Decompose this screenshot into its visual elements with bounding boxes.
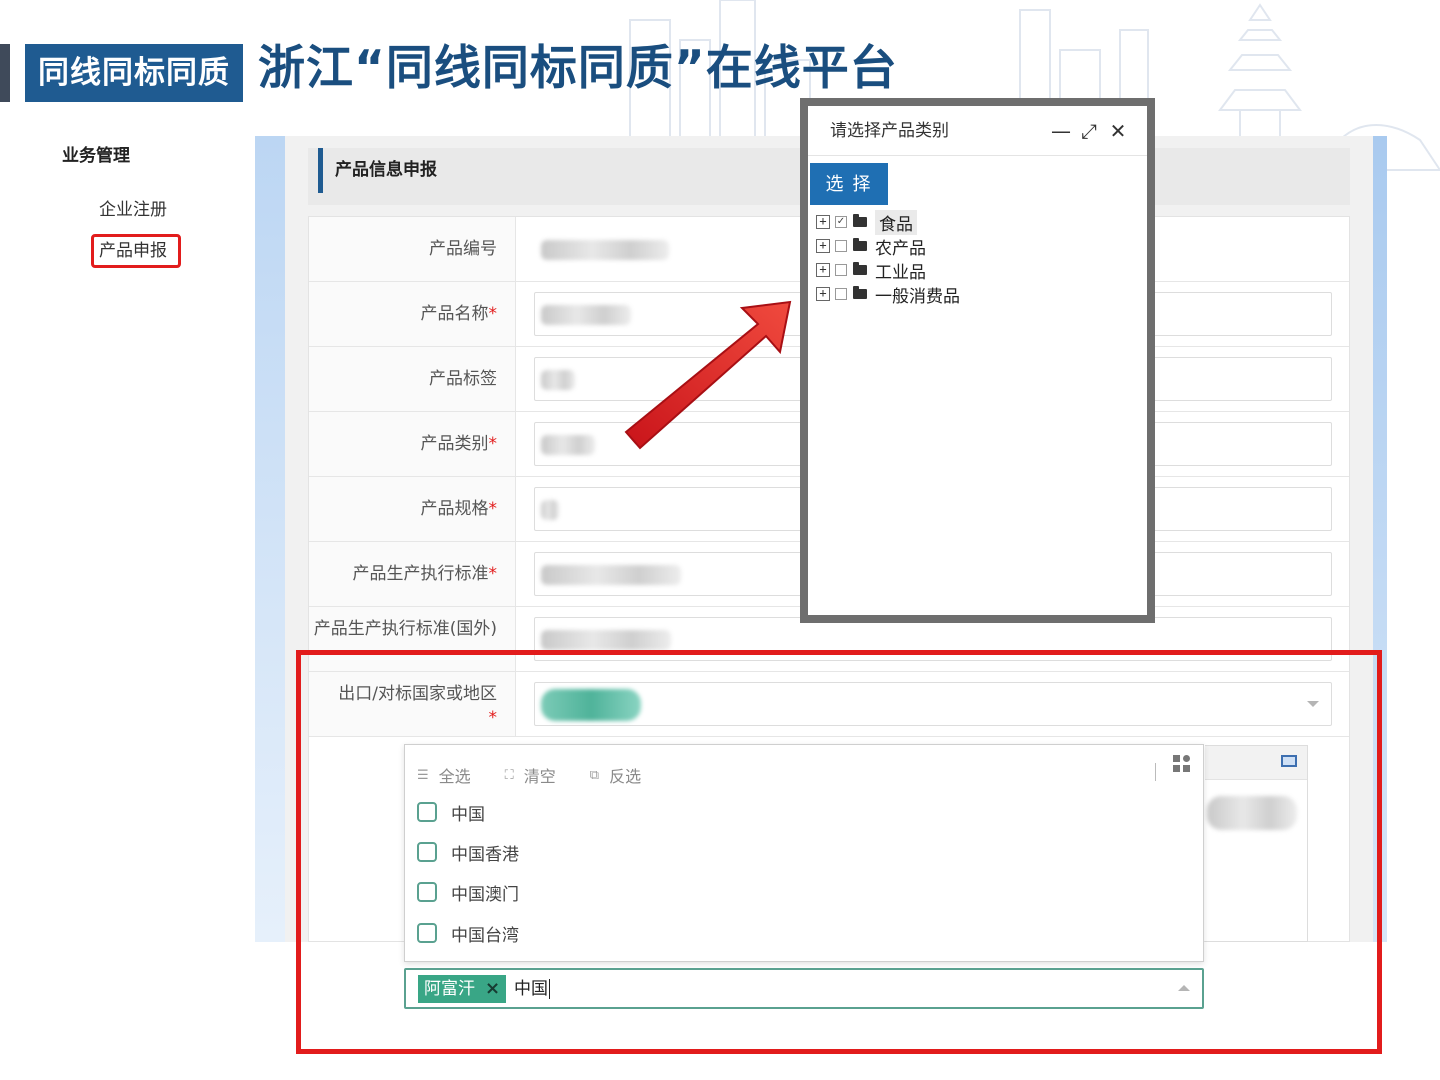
panel-title: 产品信息申报 [335,160,437,180]
header-accent-bar [0,44,10,102]
tree-node-food[interactable]: + ✓ 食品 [816,209,960,235]
folder-icon [853,262,867,275]
expand-icon[interactable]: + [816,239,830,253]
form-label: 产品编号 [309,217,516,281]
required-mark: * [488,304,498,324]
form-label: 产品规格* [309,477,516,541]
minimize-icon[interactable]: — [1048,116,1074,146]
close-icon[interactable]: ✕ [1105,116,1131,146]
folder-icon [853,214,867,227]
expand-icon[interactable]: + [816,287,830,301]
tree-node-label: 食品 [875,209,917,235]
folder-icon [853,238,867,251]
category-dialog: 请选择产品类别 — ⤢ ✕ 选 择 + ✓ 食品 + 农产品 + 工业品 + 一… [800,98,1155,623]
category-tree: + ✓ 食品 + 农产品 + 工业品 + 一般消费品 [816,209,960,307]
select-button[interactable]: 选 择 [810,163,888,205]
checkbox[interactable] [835,264,847,276]
sidebar-item-product-declare[interactable]: 产品申报 [91,234,181,268]
sidebar-item-company-register[interactable]: 企业注册 [99,195,167,220]
expand-icon[interactable]: + [816,215,830,229]
checkbox-checked[interactable]: ✓ [835,216,847,228]
tree-node-label: 工业品 [875,262,926,283]
maximize-icon[interactable]: ⤢ [1076,116,1102,146]
tree-node-label: 一般消费品 [875,286,960,307]
folder-icon [853,286,867,299]
checkbox[interactable] [835,288,847,300]
required-mark: * [488,499,498,519]
form-label: 产品类别* [309,412,516,476]
highlight-box [296,650,1382,1054]
expand-icon[interactable]: + [816,263,830,277]
form-label: 产品标签 [309,347,516,411]
left-decor-stripe [255,136,285,942]
tree-node-agri[interactable]: + 农产品 [816,234,960,259]
header-section-tag: 同线同标同质 [25,44,243,102]
required-mark: * [488,434,498,454]
page-title: 浙江“同线同标同质”在线平台 [258,41,898,96]
checkbox[interactable] [835,240,847,252]
annotation-arrow [624,300,792,450]
sidebar-heading: 业务管理 [62,146,130,166]
required-mark: * [488,564,498,584]
form-label: 产品生产执行标准* [309,542,516,606]
form-label: 产品名称* [309,282,516,346]
tree-node-label: 农产品 [875,238,926,259]
tree-node-industrial[interactable]: + 工业品 [816,258,960,283]
panel-accent [318,148,323,193]
tree-node-consumer[interactable]: + 一般消费品 [816,282,960,307]
